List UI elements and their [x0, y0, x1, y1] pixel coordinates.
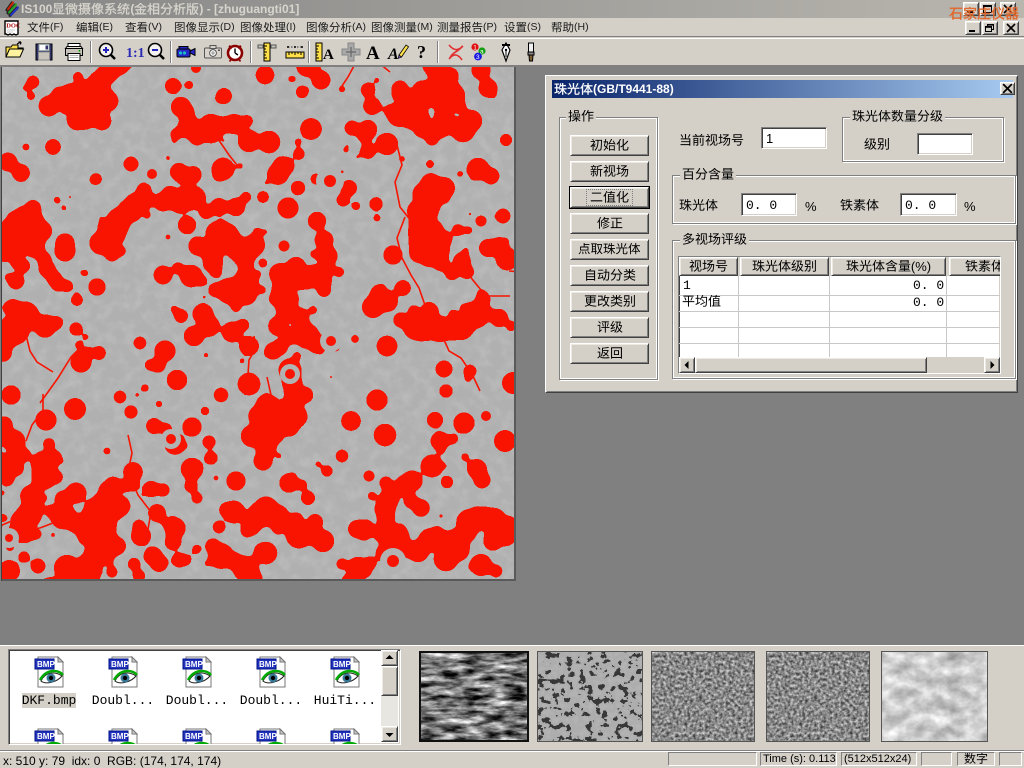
svg-text:BMP: BMP: [333, 732, 351, 741]
svg-text:1:1: 1:1: [126, 46, 145, 61]
svg-text:BMP: BMP: [37, 732, 55, 741]
svg-text:BMP: BMP: [111, 660, 129, 669]
svg-text:A: A: [387, 46, 399, 63]
svg-text:3: 3: [476, 54, 480, 61]
svg-text:BMP: BMP: [37, 660, 55, 669]
svg-text:BMP: BMP: [185, 660, 203, 669]
svg-text:BMP: BMP: [259, 732, 277, 741]
svg-text:BMP: BMP: [259, 660, 277, 669]
svg-text:BMP: BMP: [185, 732, 203, 741]
svg-text:A: A: [366, 43, 380, 63]
svg-text:1: 1: [473, 45, 477, 52]
svg-text:BMP: BMP: [111, 732, 129, 741]
svg-text:BMP: BMP: [333, 660, 351, 669]
svg-text:DOC: DOC: [6, 23, 20, 30]
svg-text:A: A: [323, 47, 334, 63]
svg-text:?: ?: [417, 42, 426, 62]
